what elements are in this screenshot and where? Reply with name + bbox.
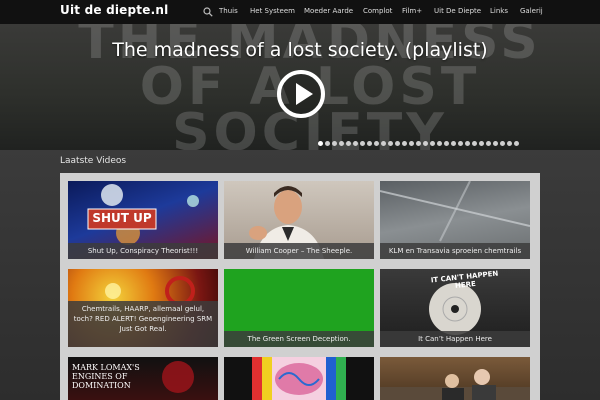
slider-dot[interactable] xyxy=(402,141,407,146)
video-caption[interactable]: Shut Up, Conspiracy Theorist!!! xyxy=(68,243,218,259)
video-caption[interactable]: The Green Screen Deception. xyxy=(224,331,374,347)
slider-dot[interactable] xyxy=(493,141,498,146)
site-logo-link[interactable]: Uit de diepte.nl xyxy=(60,3,168,17)
slider-dot[interactable] xyxy=(451,141,456,146)
video-tile[interactable]: MARK LOMAX'S ENGINES OF DOMINATION xyxy=(68,357,218,400)
video-tile[interactable]: IT CAN'T HAPPEN HERE It Can’t Happen Her… xyxy=(380,269,530,347)
video-tile[interactable]: KLM en Transavia sproeien chemtrails xyxy=(380,181,530,259)
top-navbar: Uit de diepte.nl Thuis Het Systeem Moede… xyxy=(0,0,600,24)
nav-item-het-systeem[interactable]: Het Systeem xyxy=(250,7,295,15)
slider-dot[interactable] xyxy=(472,141,477,146)
hero-title[interactable]: The madness of a lost society. (playlist… xyxy=(0,39,600,61)
slider-dot[interactable] xyxy=(367,141,372,146)
video-tile[interactable]: Chemtrails, HAARP, allemaal gelul, toch?… xyxy=(68,269,218,347)
play-icon xyxy=(296,83,313,105)
slider-dot[interactable] xyxy=(360,141,365,146)
slider-dot[interactable] xyxy=(332,141,337,146)
videos-grid: SHUT UP Shut Up, Conspiracy Theorist!!! … xyxy=(60,173,540,400)
video-tile[interactable] xyxy=(380,357,530,400)
slider-dot[interactable] xyxy=(479,141,484,146)
nav-item-galerij[interactable]: Galerij xyxy=(520,7,543,15)
slider-dot[interactable] xyxy=(374,141,379,146)
video-tile[interactable]: SHUT UP Shut Up, Conspiracy Theorist!!! xyxy=(68,181,218,259)
video-caption[interactable]: William Cooper – The Sheeple. xyxy=(224,243,374,259)
nav-item-complot[interactable]: Complot xyxy=(363,7,392,15)
nav-item-film[interactable]: Film+ xyxy=(402,7,422,15)
slider-dot[interactable] xyxy=(500,141,505,146)
video-caption[interactable]: KLM en Transavia sproeien chemtrails xyxy=(380,243,530,259)
slider-pagination xyxy=(318,141,519,146)
slider-dot[interactable] xyxy=(325,141,330,146)
slider-dot[interactable] xyxy=(430,141,435,146)
slider-dot[interactable] xyxy=(395,141,400,146)
slider-dot[interactable] xyxy=(437,141,442,146)
hero-slider[interactable]: THE MADNESS OF A LOST SOCIETY The madnes… xyxy=(0,24,600,150)
slider-dot[interactable] xyxy=(507,141,512,146)
slider-dot[interactable] xyxy=(388,141,393,146)
nav-item-thuis[interactable]: Thuis xyxy=(219,7,238,15)
slider-dot[interactable] xyxy=(339,141,344,146)
slider-dot[interactable] xyxy=(465,141,470,146)
slider-dot[interactable] xyxy=(444,141,449,146)
video-caption[interactable]: Chemtrails, HAARP, allemaal gelul, toch?… xyxy=(68,301,218,347)
nav-item-uit-de-diepte[interactable]: Uit De Diepte xyxy=(434,7,481,15)
slider-dot[interactable] xyxy=(353,141,358,146)
slider-dot[interactable] xyxy=(409,141,414,146)
section-title: Laatste Videos xyxy=(60,156,127,166)
thumbnail-text: MARK LOMAX'S ENGINES OF DOMINATION xyxy=(72,363,140,390)
slider-dot[interactable] xyxy=(346,141,351,146)
video-thumbnail xyxy=(380,369,530,400)
video-thumbnail xyxy=(252,357,346,400)
slider-dot[interactable] xyxy=(458,141,463,146)
slider-dot[interactable] xyxy=(381,141,386,146)
nav-item-links[interactable]: Links xyxy=(490,7,508,15)
video-tile[interactable]: The Green Screen Deception. xyxy=(224,269,374,347)
slider-dot[interactable] xyxy=(416,141,421,146)
search-icon[interactable] xyxy=(203,7,213,17)
slider-dot[interactable] xyxy=(514,141,519,146)
thumbnail-text: SHUT UP xyxy=(92,211,152,225)
video-tile[interactable] xyxy=(224,357,374,400)
nav-item-moeder-aarde[interactable]: Moeder Aarde xyxy=(304,7,353,15)
slider-dot[interactable] xyxy=(423,141,428,146)
video-caption[interactable]: It Can’t Happen Here xyxy=(380,331,530,347)
play-button[interactable] xyxy=(277,70,325,118)
slider-dot[interactable] xyxy=(486,141,491,146)
video-tile[interactable]: William Cooper – The Sheeple. xyxy=(224,181,374,259)
slider-dot[interactable] xyxy=(318,141,323,146)
